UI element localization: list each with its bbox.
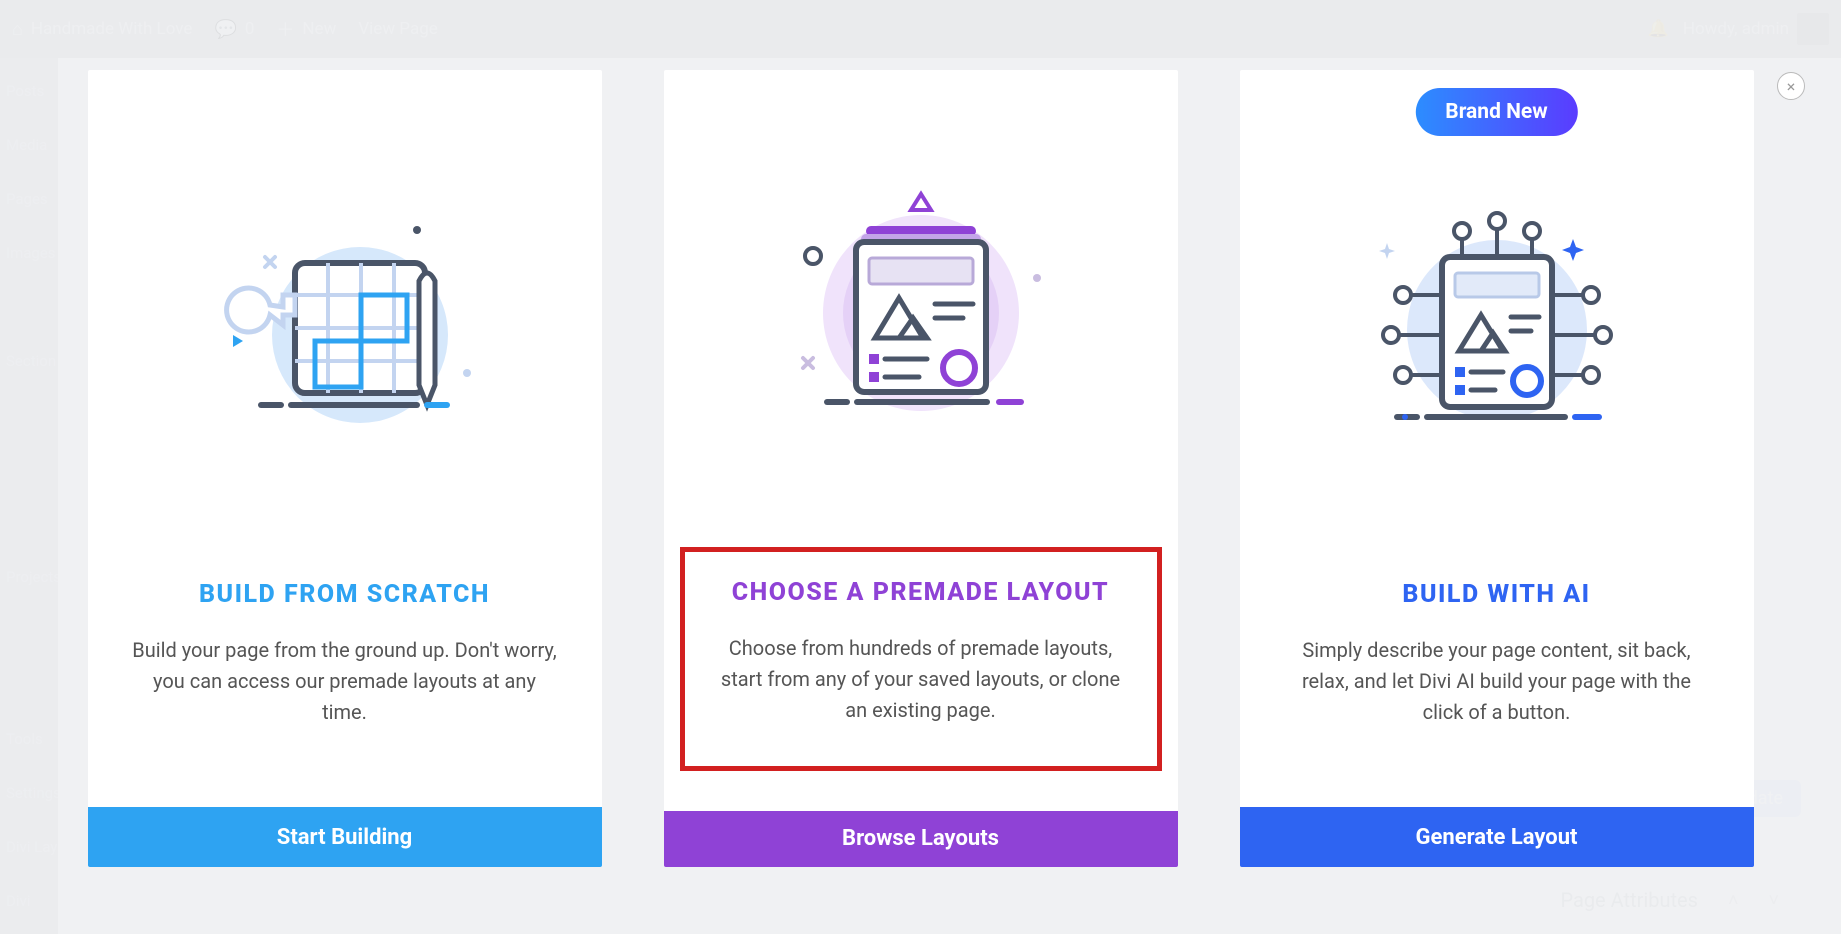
close-icon: ×	[1787, 77, 1796, 96]
blueprint-icon	[195, 195, 495, 455]
builder-choice-cards: BUILD FROM SCRATCH Build your page from …	[88, 70, 1754, 934]
premade-illustration	[664, 70, 1178, 547]
highlighted-content: CHOOSE A PREMADE LAYOUT Choose from hund…	[680, 547, 1162, 771]
ai-chip-icon	[1347, 195, 1647, 455]
card-title: BUILD FROM SCRATCH	[88, 580, 602, 609]
button-label: Browse Layouts	[842, 826, 999, 851]
card-title: BUILD WITH AI	[1240, 580, 1754, 609]
card-description: Choose from hundreds of premade layouts,…	[705, 633, 1137, 726]
card-description: Build your page from the ground up. Don'…	[88, 635, 602, 807]
start-building-button[interactable]: Start Building	[88, 807, 602, 867]
close-button[interactable]: ×	[1777, 72, 1805, 100]
ai-illustration	[1240, 70, 1754, 580]
card-build-with-ai: Brand New	[1240, 70, 1754, 867]
divi-builder-choice-modal: ×	[0, 0, 1841, 934]
card-premade-layout: CHOOSE A PREMADE LAYOUT Choose from hund…	[664, 70, 1178, 867]
generate-layout-button[interactable]: Generate Layout	[1240, 807, 1754, 867]
browse-layouts-button[interactable]: Browse Layouts	[664, 811, 1178, 867]
brand-new-badge: Brand New	[1415, 88, 1577, 136]
card-description: Simply describe your page content, sit b…	[1240, 635, 1754, 807]
scratch-illustration	[88, 70, 602, 580]
card-title: CHOOSE A PREMADE LAYOUT	[705, 578, 1137, 607]
badge-label: Brand New	[1445, 100, 1547, 124]
card-build-from-scratch: BUILD FROM SCRATCH Build your page from …	[88, 70, 602, 867]
button-label: Generate Layout	[1416, 825, 1578, 850]
layout-document-icon	[771, 178, 1071, 438]
button-label: Start Building	[277, 825, 412, 850]
